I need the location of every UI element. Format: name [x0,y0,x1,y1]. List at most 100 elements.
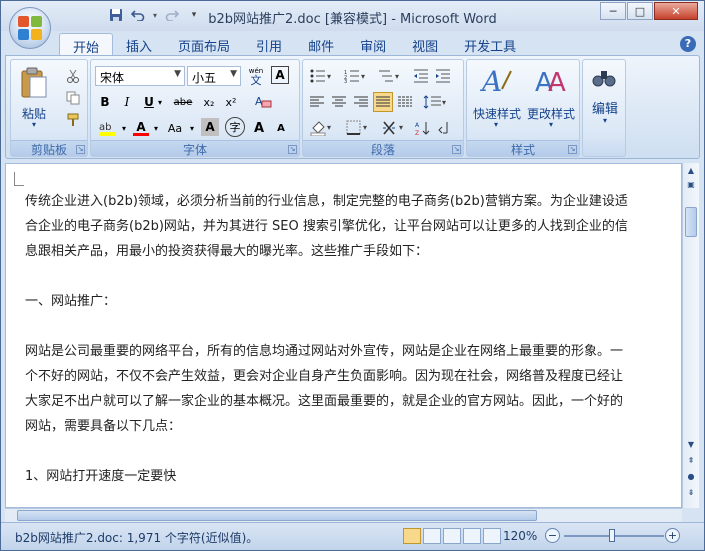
multilevel-list-icon[interactable]: ▾ [375,66,405,86]
align-center-icon[interactable] [329,92,349,112]
draft-view-icon[interactable] [483,528,501,544]
font-name-select[interactable]: 宋体 ▼ [95,66,185,86]
next-page-icon[interactable]: ⇟ [685,487,697,499]
borders-icon[interactable]: ▾ [343,118,373,138]
change-styles-icon[interactable]: AA [533,64,569,98]
enclose-characters-button[interactable]: 字 [225,117,245,137]
chinese-layout-icon[interactable]: ▾ [379,118,409,138]
doc-line: 1、网站打开速度一定要快 [25,469,177,484]
full-screen-reading-view-icon[interactable] [423,528,441,544]
styles-launcher-icon[interactable]: ↘ [568,145,577,154]
font-color-button[interactable]: A [131,118,151,138]
horizontal-scroll-thumb[interactable] [17,510,537,521]
editing-label-button[interactable]: 编辑 [585,98,625,117]
subscript-button[interactable]: x₂ [199,92,219,112]
scroll-down-arrow-icon[interactable]: ▼ [685,439,697,451]
font-launcher-icon[interactable]: ↘ [288,145,297,154]
tab-references[interactable]: 引用 [243,33,295,55]
maximize-button[interactable]: □ [627,2,653,20]
svg-text:A: A [480,65,502,97]
web-layout-view-icon[interactable] [443,528,461,544]
tab-home[interactable]: 开始 [59,33,114,56]
format-painter-icon[interactable] [63,110,83,130]
vertical-scroll-thumb[interactable] [685,207,697,237]
font-size-select[interactable]: 小五 ▼ [187,66,241,86]
change-case-button[interactable]: Aa [163,118,187,138]
zoom-in-button[interactable]: + [665,528,680,543]
show-marks-icon[interactable] [435,118,455,138]
doc-line [25,314,628,339]
zoom-out-button[interactable]: − [545,528,560,543]
tab-view[interactable]: 视图 [399,33,451,55]
minimize-button[interactable]: ─ [600,2,626,20]
numbering-icon[interactable]: 1 2 3 ▾ [341,66,371,86]
window-title: b2b网站推广2.doc [兼容模式] - Microsoft Word [208,12,497,27]
distributed-icon[interactable] [395,92,415,112]
editing-group: 编辑 ▾ [582,59,626,157]
increase-indent-icon[interactable] [433,66,453,86]
sort-icon[interactable]: AZ [413,118,433,138]
document-page[interactable]: 传统企业进入(b2b)领域，必须分析当前的行业信息，制定完整的电子商务(b2b)… [5,163,682,508]
ruler-toggle-icon[interactable]: ▣ [685,179,697,191]
clear-formatting-icon[interactable]: A [251,90,275,112]
bullets-icon[interactable]: ▾ [307,66,337,86]
align-left-icon[interactable] [307,92,327,112]
superscript-button[interactable]: x² [221,92,241,112]
document-body[interactable]: 传统企业进入(b2b)领域，必须分析当前的行业信息，制定完整的电子商务(b2b)… [25,189,628,489]
decrease-indent-icon[interactable] [411,66,431,86]
char-shading-button[interactable]: A [201,118,219,136]
document-info[interactable]: b2b网站推广2.doc: 1,971 个字符(近似值)。 [15,529,258,546]
clipboard-launcher-icon[interactable]: ↘ [76,145,85,154]
grow-font-button[interactable]: A [249,118,269,138]
change-styles-dropdown-icon[interactable]: ▾ [546,120,556,129]
office-button[interactable] [9,7,51,49]
underline-dropdown-icon[interactable]: ▾ [155,92,165,112]
line-spacing-icon[interactable]: ▾ [421,92,451,112]
close-button[interactable]: ✕ [654,2,698,20]
help-button[interactable]: ? [680,36,696,52]
justify-icon[interactable] [373,92,393,112]
paragraph-launcher-icon[interactable]: ↘ [452,145,461,154]
shrink-font-button[interactable]: A [271,118,291,138]
char-border-button[interactable]: A [271,66,289,84]
styles-group-label: 样式 [467,140,579,157]
quick-styles-icon[interactable]: A [479,64,515,98]
phonetic-guide-button[interactable]: wén 文 [245,65,267,87]
paste-dropdown-icon[interactable]: ▾ [29,120,39,129]
shading-icon[interactable]: ▾ [307,118,337,138]
outline-view-icon[interactable] [463,528,481,544]
svg-text:▾: ▾ [399,123,403,132]
tab-review[interactable]: 审阅 [347,33,399,55]
vertical-scrollbar[interactable]: ▲ ▣ ▼ ⇞ ● ⇟ [682,163,699,508]
strikethrough-button[interactable]: abe [169,92,197,112]
font-group: 宋体 ▼ 小五 ▼ wén 文 A B I U ▾ abe x₂ x² A ab ▾ [90,59,300,157]
highlight-icon[interactable]: ab [95,118,119,138]
font-color-dropdown-icon[interactable]: ▾ [151,118,161,138]
font-color-letter: A [136,119,146,134]
change-case-dropdown-icon[interactable]: ▾ [187,118,197,138]
bold-button[interactable]: B [95,92,115,112]
print-layout-view-icon[interactable] [403,528,421,544]
copy-icon[interactable] [63,88,83,108]
previous-page-icon[interactable]: ⇞ [685,455,697,467]
editing-dropdown-icon[interactable]: ▾ [600,116,610,125]
horizontal-scrollbar[interactable] [5,508,682,522]
cut-icon[interactable] [63,66,83,86]
zoom-slider-thumb[interactable] [609,529,615,542]
italic-button[interactable]: I [117,92,137,112]
find-binoculars-icon[interactable] [591,66,617,90]
scroll-up-arrow-icon[interactable]: ▲ [685,165,697,177]
tab-insert[interactable]: 插入 [113,33,165,55]
highlight-dropdown-icon[interactable]: ▾ [119,118,129,138]
select-browse-object-icon[interactable]: ● [685,471,697,483]
svg-text:A: A [415,122,420,129]
quick-styles-dropdown-icon[interactable]: ▾ [491,120,501,129]
doc-line: 合企业的电子商务(b2b)网站，并为其进行 SEO 搜索引擎优化，让平台网站可以… [25,219,628,234]
tab-mailings[interactable]: 邮件 [295,33,347,55]
svg-text:▾: ▾ [363,123,367,132]
paste-icon[interactable] [19,66,49,102]
tab-developer[interactable]: 开发工具 [451,33,529,55]
align-right-icon[interactable] [351,92,371,112]
tab-page-layout[interactable]: 页面布局 [165,33,243,55]
zoom-level[interactable]: 120% [503,529,537,543]
